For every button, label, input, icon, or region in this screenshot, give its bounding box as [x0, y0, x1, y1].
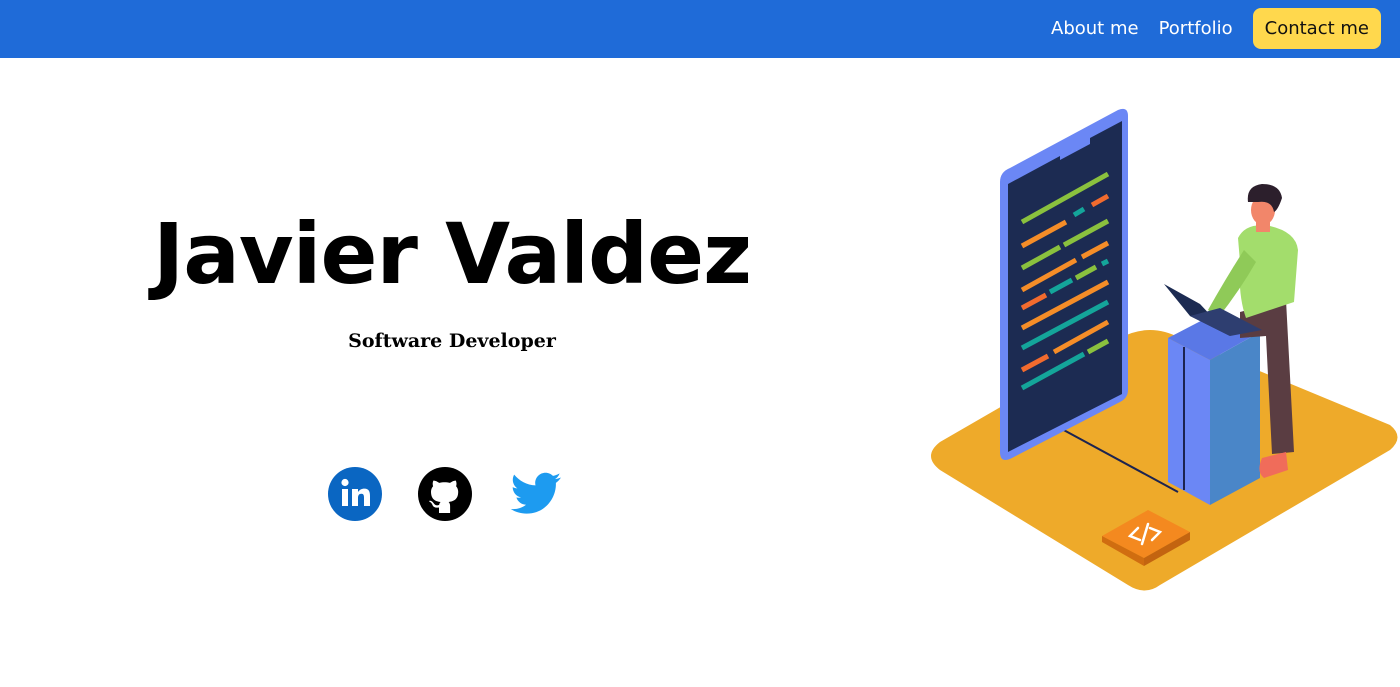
linkedin-link[interactable]	[327, 466, 383, 522]
top-navbar: About me Portfolio Contact me	[0, 0, 1400, 58]
twitter-link[interactable]	[507, 466, 563, 522]
pillar-side	[1210, 332, 1260, 505]
github-icon	[418, 467, 472, 521]
hero-name: Javier Valdez	[152, 205, 752, 303]
contact-button[interactable]: Contact me	[1252, 7, 1381, 49]
developer-illustration-svg	[931, 108, 1398, 591]
twitter-icon	[510, 472, 561, 514]
linkedin-icon	[328, 467, 382, 521]
nav-about-link[interactable]: About me	[1051, 18, 1139, 39]
pillar-front	[1168, 338, 1210, 505]
github-link[interactable]	[417, 466, 473, 522]
developer-illustration	[920, 100, 1400, 600]
hero-role: Software Developer	[348, 330, 556, 352]
nav-portfolio-link[interactable]: Portfolio	[1159, 18, 1233, 39]
nav-links: About me Portfolio Contact me	[1051, 7, 1381, 49]
